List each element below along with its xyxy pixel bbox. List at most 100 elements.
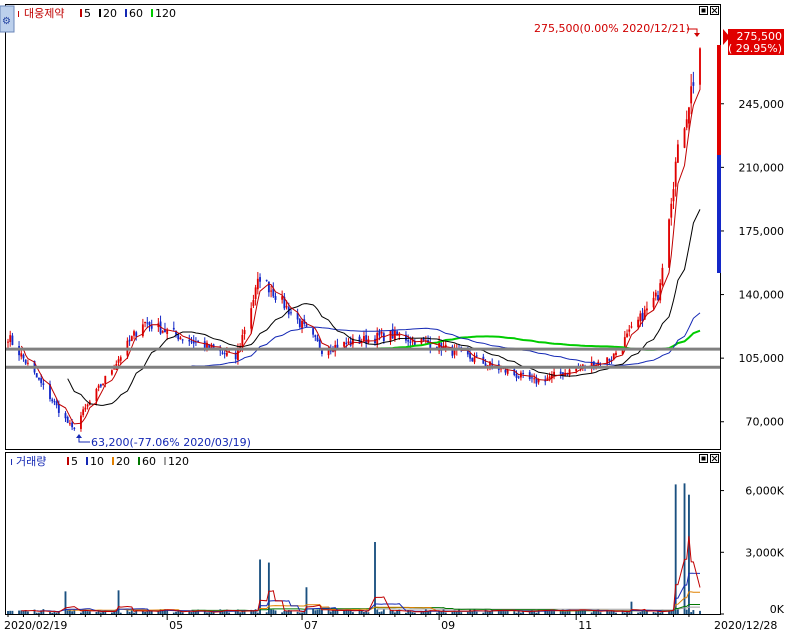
volume-bar xyxy=(243,611,246,614)
candle-body xyxy=(38,377,40,380)
candle-body xyxy=(241,334,244,347)
candle-body xyxy=(256,278,259,290)
candle-body xyxy=(652,297,655,308)
candle-body xyxy=(471,357,474,362)
candle-body xyxy=(628,329,631,332)
volume-bar xyxy=(272,609,275,614)
candle-body xyxy=(654,292,657,297)
price-legend-item-swatch xyxy=(80,9,82,17)
price-legend-item-swatch xyxy=(99,9,101,17)
candle-body xyxy=(683,128,686,148)
candle-body xyxy=(51,399,54,402)
volume-bar xyxy=(676,609,679,614)
x-axis-month-label: 11 xyxy=(578,619,592,632)
scale-range-up xyxy=(717,45,721,155)
scale-range-down xyxy=(717,155,721,273)
candle-body xyxy=(42,383,45,385)
volume-bar xyxy=(654,612,657,614)
candle-body xyxy=(312,328,315,335)
candle-body xyxy=(274,296,277,300)
candle-body xyxy=(119,357,122,361)
volume-bar xyxy=(9,610,12,614)
volume-bar xyxy=(515,612,518,614)
candle-body xyxy=(615,352,617,355)
volume-bar xyxy=(692,610,695,614)
low-annotation: 63,200(-77.06% 2020/03/19) xyxy=(91,436,251,449)
price-legend: 5 20 60 120 xyxy=(80,7,176,20)
x-axis-month-label: 07 xyxy=(304,619,318,632)
volume-bar xyxy=(548,610,551,614)
candle-body xyxy=(53,401,56,403)
vol-ma10-line xyxy=(36,572,701,613)
volume-bar xyxy=(99,612,102,614)
volume-bar xyxy=(53,611,56,614)
volume-bar xyxy=(175,611,177,614)
volume-bar xyxy=(484,609,487,614)
volume-bar xyxy=(206,612,208,614)
volume-bar xyxy=(623,612,626,614)
candle-body xyxy=(66,416,69,423)
volume-plot-area xyxy=(7,483,701,614)
volume-bar xyxy=(35,612,38,614)
price-legend-item-label: 60 xyxy=(129,7,143,20)
candle-body xyxy=(674,161,677,187)
candle-body xyxy=(661,267,664,285)
volume-legend-item-label: 5 xyxy=(71,455,78,468)
candle-body xyxy=(117,359,120,363)
candle-body xyxy=(559,371,562,374)
candle-body xyxy=(267,281,270,293)
candle-body xyxy=(548,376,551,379)
volume-y-tick-label: 0K xyxy=(770,603,785,616)
volume-legend-item-swatch xyxy=(67,457,69,465)
volume-bar xyxy=(314,610,317,614)
candle-body xyxy=(504,369,507,373)
candle-body xyxy=(26,362,29,364)
volume-bar xyxy=(374,542,376,614)
candle-body xyxy=(285,305,288,308)
candle-body xyxy=(71,422,74,428)
volume-bar xyxy=(71,611,74,614)
candle-body xyxy=(221,352,224,354)
volume-bar xyxy=(270,609,273,614)
candle-body xyxy=(321,350,323,354)
volume-bar xyxy=(482,612,485,614)
volume-bar xyxy=(329,611,332,614)
volume-bar xyxy=(26,611,29,614)
volume-bar xyxy=(475,611,478,614)
candle-body xyxy=(95,388,98,402)
candle-body xyxy=(128,339,131,342)
price-panel-frame xyxy=(5,4,721,450)
candle-body xyxy=(517,376,520,378)
volume-bar xyxy=(599,612,602,614)
volume-bar xyxy=(504,611,507,614)
candle-body xyxy=(506,369,509,374)
candle-body xyxy=(389,330,392,342)
candle-body xyxy=(146,322,149,324)
volume-bar xyxy=(699,610,701,614)
price-y-tick-label: 140,000 xyxy=(739,289,785,302)
ma5-line xyxy=(20,89,701,425)
candle-body xyxy=(290,312,292,314)
candle-body xyxy=(148,322,151,326)
candle-body xyxy=(55,401,58,406)
volume-bar xyxy=(210,611,213,614)
price-legend-name-tick-icon: ı xyxy=(17,7,20,20)
volume-legend-item-label: 120 xyxy=(168,455,189,468)
candle-body xyxy=(378,330,381,336)
volume-bar xyxy=(351,612,354,614)
price-legend-item-swatch xyxy=(125,9,127,17)
volume-bar xyxy=(274,610,277,614)
candle-body xyxy=(513,369,516,376)
volume-legend-item-swatch xyxy=(86,457,88,465)
candle-body xyxy=(484,363,487,367)
candle-body xyxy=(685,119,688,128)
price-legend-item-label: 20 xyxy=(103,7,117,20)
ma20-line xyxy=(67,209,701,406)
volume-bar xyxy=(659,612,662,614)
candle-body xyxy=(177,334,180,340)
volume-bar xyxy=(367,612,370,614)
volume-bar xyxy=(285,611,288,614)
candle-body xyxy=(626,333,628,338)
candle-body xyxy=(84,407,87,410)
last-price-tag: 275,500 ( 29.95%) xyxy=(723,29,784,55)
